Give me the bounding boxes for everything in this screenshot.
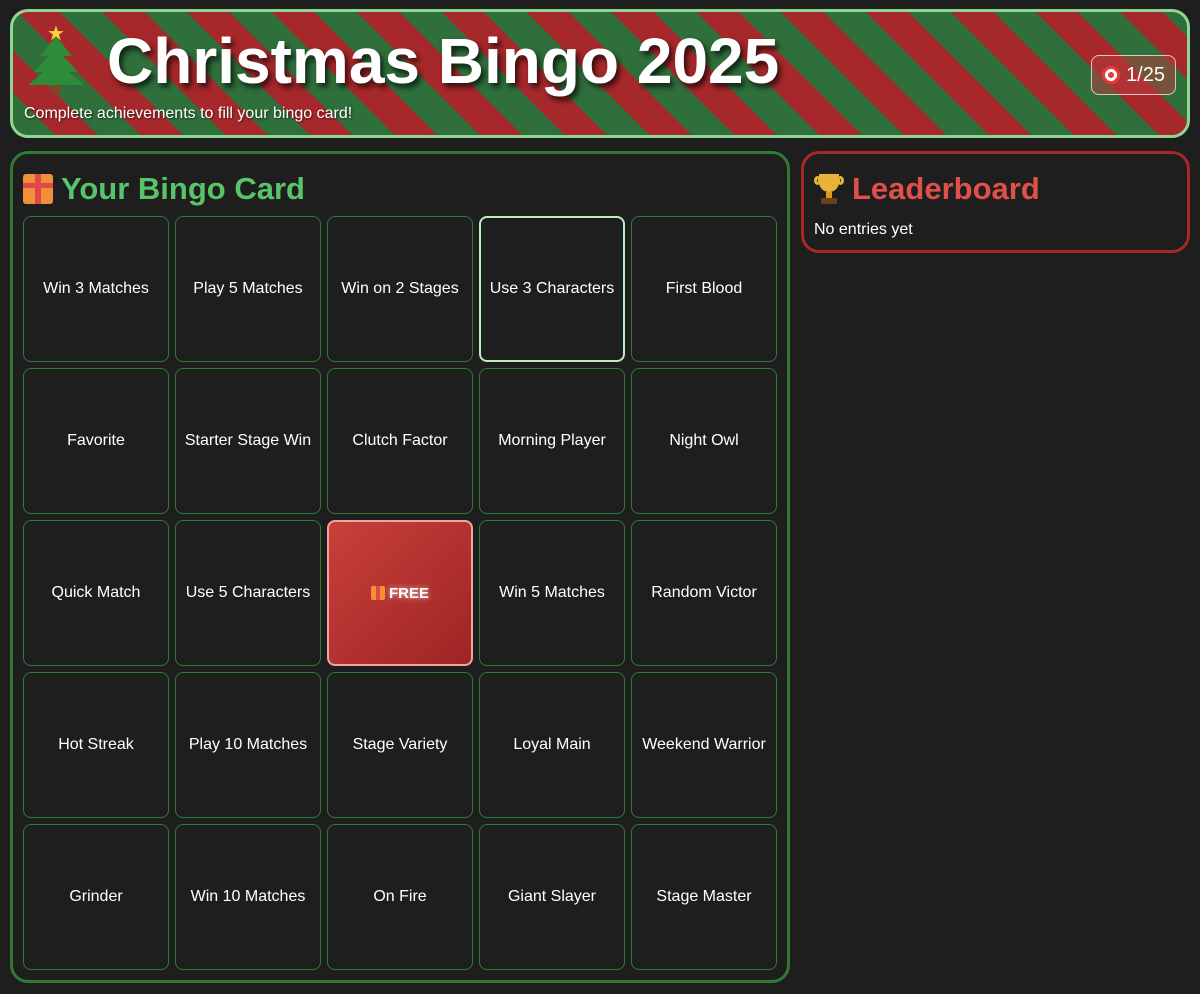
bingo-cell[interactable]: Play 10 Matches [175, 672, 321, 818]
bingo-cell[interactable]: Stage Variety [327, 672, 473, 818]
leaderboard-title: Leaderboard [852, 171, 1040, 206]
bingo-cell[interactable]: Loyal Main [479, 672, 625, 818]
bingo-card-title: Your Bingo Card [61, 171, 305, 206]
bingo-cell[interactable]: Favorite [23, 368, 169, 514]
bingo-card-heading: Your Bingo Card [23, 171, 305, 207]
progress-count: 1/25 [1126, 63, 1165, 86]
bingo-cell[interactable]: Starter Stage Win [175, 368, 321, 514]
bingo-cell[interactable]: Morning Player [479, 368, 625, 514]
bingo-cell[interactable]: Win 5 Matches [479, 520, 625, 666]
bingo-cell[interactable]: Grinder [23, 824, 169, 970]
page-title-row: ★ Christmas Bingo 2025 [27, 24, 780, 97]
bingo-cell[interactable]: Play 5 Matches [175, 216, 321, 362]
gift-icon [370, 586, 385, 600]
christmas-tree-icon: ★ [27, 24, 85, 94]
bingo-cell[interactable]: Quick Match [23, 520, 169, 666]
page-subtitle: Complete achievements to fill your bingo… [24, 105, 353, 122]
bingo-cell[interactable]: Stage Master [631, 824, 777, 970]
bingo-cell[interactable]: Night Owl [631, 368, 777, 514]
bingo-cell[interactable]: Hot Streak [23, 672, 169, 818]
bingo-cell[interactable]: Use 3 Characters [479, 216, 625, 362]
gift-icon [23, 174, 53, 204]
bingo-cell-free[interactable]: FREE [327, 520, 473, 666]
bingo-cell[interactable]: Clutch Factor [327, 368, 473, 514]
bingo-cell[interactable]: Win 10 Matches [175, 824, 321, 970]
leaderboard-empty-text: No entries yet [814, 221, 913, 238]
progress-badge: 1/25 [1091, 55, 1176, 95]
page-title: Christmas Bingo 2025 [107, 25, 780, 97]
target-icon [1102, 66, 1121, 84]
leaderboard-heading: Leaderboard [814, 171, 1040, 207]
leaderboard-panel: Leaderboard No entries yet [801, 151, 1190, 253]
bingo-cell[interactable]: Win 3 Matches [23, 216, 169, 362]
bingo-cell[interactable]: On Fire [327, 824, 473, 970]
free-label: FREE [388, 584, 429, 602]
bingo-grid: Win 3 Matches Play 5 Matches Win on 2 St… [23, 216, 777, 970]
trophy-icon [814, 173, 844, 205]
bingo-cell[interactable]: Win on 2 Stages [327, 216, 473, 362]
bingo-cell[interactable]: Weekend Warrior [631, 672, 777, 818]
bingo-cell[interactable]: Giant Slayer [479, 824, 625, 970]
bingo-card-panel: Your Bingo Card Win 3 Matches Play 5 Mat… [10, 151, 790, 983]
bingo-cell[interactable]: First Blood [631, 216, 777, 362]
header-banner: ★ Christmas Bingo 2025 Complete achievem… [10, 9, 1190, 138]
bingo-cell[interactable]: Use 5 Characters [175, 520, 321, 666]
bingo-cell[interactable]: Random Victor [631, 520, 777, 666]
